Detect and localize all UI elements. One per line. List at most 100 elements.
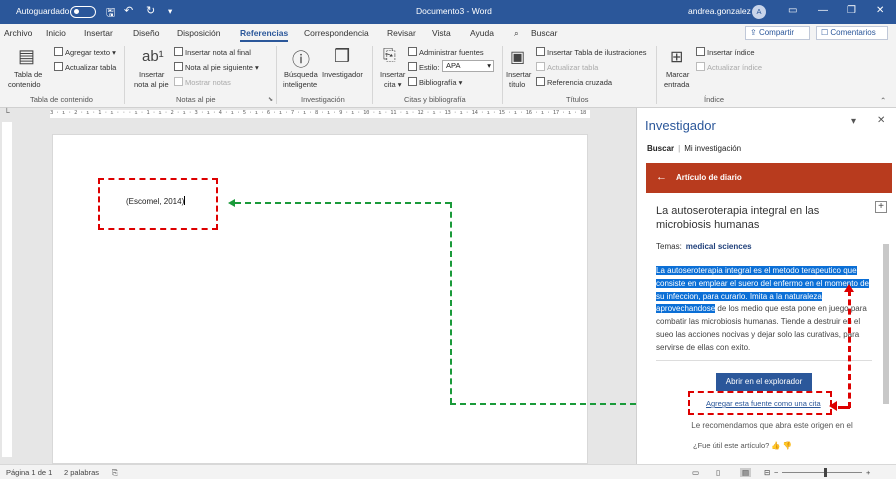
smart-lookup-label-2[interactable]: inteligente [283,80,317,89]
word-count[interactable]: 2 palabras [64,468,99,477]
insert-footnote-label-2[interactable]: nota al pie [134,80,169,89]
article-abstract[interactable]: La autoseroterapia integral es el metodo… [656,265,872,355]
update-figures-table-button[interactable]: Actualizar tabla [536,62,598,72]
chevron-down-icon[interactable]: ▾ [851,116,856,127]
focus-icon[interactable]: ▭ [692,468,699,477]
smart-lookup-icon[interactable]: ⓘ [292,46,310,72]
insert-endnote-button[interactable]: Insertar nota al final [174,47,251,57]
insert-caption-icon[interactable]: ▣ [510,47,525,67]
share-button[interactable]: ⇪ Compartir [745,26,810,40]
print-layout-icon[interactable]: ▤ [740,468,752,477]
topics: Temas: medical sciences [656,242,752,251]
tab-vista[interactable]: Vista [432,28,451,38]
smart-lookup-label-1[interactable]: Búsqueda [284,70,318,79]
back-arrow-icon[interactable]: ← [656,171,667,183]
autosave-toggle[interactable] [70,6,96,18]
style-dropdown[interactable]: APA ▾ [442,60,494,72]
dialog-launcher-icon[interactable]: ⬊ [268,96,273,103]
tab-revisar[interactable]: Revisar [387,28,416,38]
show-notes-button[interactable]: Mostrar notas [174,77,231,87]
insert-citation-icon[interactable]: ⎘ [383,47,396,65]
tab-inicio[interactable]: Inicio [46,28,66,38]
cross-reference-icon [536,77,545,86]
insert-footnote-label-1[interactable]: Insertar [139,70,164,79]
save-icon[interactable]: 🖫 [106,4,115,23]
tab-disposicion[interactable]: Disposición [177,28,220,38]
web-layout-icon[interactable]: ⊟ [764,468,770,477]
tab-ayuda[interactable]: Ayuda [470,28,494,38]
tab-buscar[interactable]: Buscar [531,28,557,38]
read-mode-icon[interactable]: ▯ [716,468,720,477]
restore-icon[interactable]: ❐ [847,5,856,16]
zoom-slider-thumb[interactable] [824,468,827,477]
tab-selector-icon[interactable]: └ [4,108,10,117]
collapse-ribbon-icon[interactable]: ⌃ [880,96,886,105]
add-citation-link[interactable]: Agregar esta fuente como una cita [706,399,821,408]
add-text-button[interactable]: Agregar texto ▾ [54,47,116,57]
insert-caption-label-1[interactable]: Insertar [506,70,531,79]
insert-caption-label-2[interactable]: título [509,80,525,89]
close-icon[interactable]: ✕ [876,5,884,16]
avatar[interactable]: A [752,5,766,19]
tab-archivo[interactable]: Archivo [4,28,32,38]
update-table-button[interactable]: Actualizar tabla [54,62,116,72]
bibliography-button[interactable]: Bibliografía ▾ [408,77,462,87]
plus-icon[interactable]: + [875,201,887,213]
insert-citation-label-2[interactable]: cita ▾ [384,80,402,89]
cross-reference-button[interactable]: Referencia cruzada [536,77,612,87]
horizontal-ruler[interactable]: 3 · ı · 2 · ı · 1 · ı · · · ı · 1 · ı · … [50,110,590,118]
insert-table-figures-button[interactable]: Insertar Tabla de ilustraciones [536,47,647,57]
insert-citation-label-1[interactable]: Insertar [380,70,405,79]
mark-entry-icon[interactable]: ⊞ [670,47,683,67]
zoom-slider[interactable] [782,472,862,473]
thumbs-down-icon[interactable]: 👎 [783,441,792,450]
toc-label-1[interactable]: Tabla de [14,70,42,79]
tab-diseno[interactable]: Diseño [133,28,159,38]
add-text-label: Agregar texto [65,48,111,57]
update-index-button[interactable]: Actualizar índice [696,62,762,72]
toc-icon[interactable]: ▤ [18,46,35,67]
open-in-browser-button[interactable]: Abrir en el explorador [716,373,812,391]
mark-entry-label-2[interactable]: entrada [664,80,689,89]
topics-value[interactable]: medical sciences [686,242,752,251]
group-divider [276,46,277,104]
insert-index-button[interactable]: Insertar índice [696,47,755,57]
pane-tab-my-research[interactable]: Mi investigación [684,144,741,153]
insert-index-label: Insertar índice [707,48,755,57]
pane-scrollbar[interactable] [883,244,889,404]
researcher-icon[interactable]: ❒ [334,46,350,67]
user-name[interactable]: andrea.gonzalez [688,6,751,16]
customize-qat-icon[interactable]: ▾ [168,6,172,17]
minimize-icon[interactable]: — [818,5,828,16]
researcher-label[interactable]: Investigador [322,70,363,79]
citation-text-value: (Escomel, 2014) [126,197,185,206]
citation-text[interactable]: (Escomel, 2014) [126,196,186,206]
vertical-ruler[interactable] [2,122,12,457]
tab-referencias[interactable]: Referencias [240,28,289,42]
pane-tab-buscar[interactable]: Buscar [647,144,674,153]
search-icon[interactable]: ⌕ [514,28,519,39]
close-pane-icon[interactable]: ✕ [877,115,885,126]
tab-insertar[interactable]: Insertar [84,28,113,38]
proofing-icon[interactable]: ⎘ [112,468,118,478]
next-footnote-button[interactable]: Nota al pie siguiente ▾ [174,62,259,72]
mark-entry-label-1[interactable]: Marcar [666,70,689,79]
ruler-scale: 3 · ı · 2 · ı · 1 · ı · · · ı · 1 · ı · … [50,110,587,116]
chevron-down-icon: ▾ [487,61,491,70]
comments-button[interactable]: ☐ Comentarios [816,26,888,40]
green-arrow-line [450,202,452,404]
manage-sources-icon [408,47,417,56]
title-bar: Autoguardado 🖫 ↶ ↻ ▾ Documento3 - Word a… [0,0,896,24]
feedback: ¿Fue útil este artículo? 👍 👎 [693,441,792,450]
redo-icon[interactable]: ↻ [146,4,155,17]
ribbon-display-icon[interactable]: ▭ [788,5,797,16]
tab-correspondencia[interactable]: Correspondencia [304,28,369,38]
page-count[interactable]: Página 1 de 1 [6,468,52,477]
zoom-out-button[interactable]: − [774,468,778,477]
thumbs-up-icon[interactable]: 👍 [771,441,780,450]
zoom-in-button[interactable]: + [866,468,870,477]
undo-icon[interactable]: ↶ [124,4,133,17]
insert-footnote-icon[interactable]: ab¹ [142,48,164,65]
manage-sources-button[interactable]: Administrar fuentes [408,47,484,57]
toc-label-2[interactable]: contenido [8,80,41,89]
